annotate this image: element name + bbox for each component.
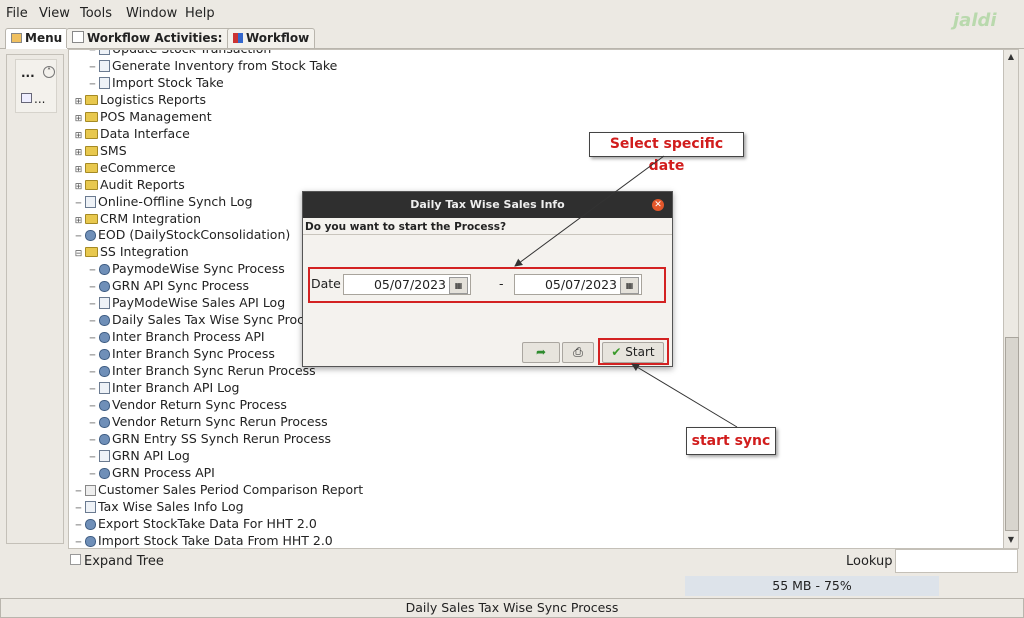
arrow-to-date: [514, 155, 665, 267]
annotation-arrows: [514, 155, 738, 428]
arrow-to-start: [631, 363, 738, 428]
